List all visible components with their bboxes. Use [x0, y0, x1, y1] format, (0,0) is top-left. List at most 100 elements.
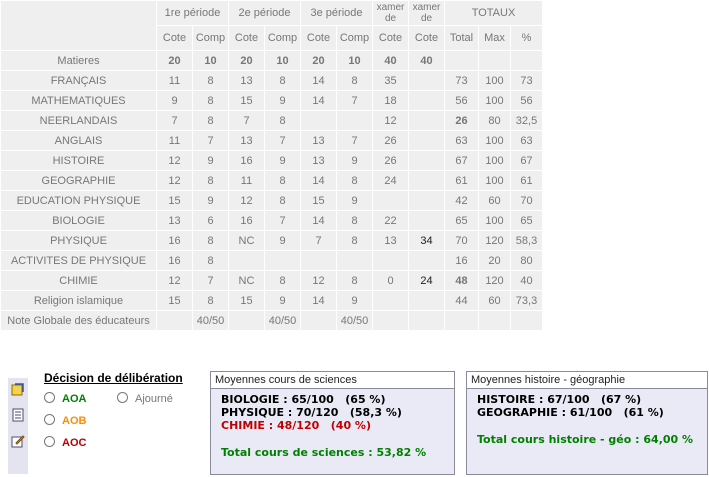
grade-cell[interactable]	[409, 131, 444, 150]
radio-circle[interactable]	[44, 392, 55, 403]
grade-cell[interactable]	[337, 111, 372, 130]
grade-cell[interactable]: 14	[301, 211, 336, 230]
grade-cell[interactable]: 8	[193, 171, 228, 190]
edit-icon[interactable]	[11, 434, 25, 448]
grade-cell[interactable]: 15	[157, 291, 192, 310]
grade-cell[interactable]: 34	[409, 231, 444, 250]
grade-cell[interactable]: 7	[193, 271, 228, 290]
grade-cell[interactable]: 13	[301, 131, 336, 150]
grade-cell[interactable]: 9	[193, 151, 228, 170]
grade-cell[interactable]: NC	[229, 231, 264, 250]
grade-cell[interactable]: 14	[301, 71, 336, 90]
grade-cell[interactable]	[409, 291, 444, 310]
grade-cell[interactable]: 9	[157, 91, 192, 110]
grade-cell[interactable]: 13	[229, 131, 264, 150]
grade-cell[interactable]: 8	[337, 71, 372, 90]
grade-cell[interactable]: NC	[229, 271, 264, 290]
subject-name[interactable]: NEERLANDAIS	[1, 111, 156, 130]
grade-cell[interactable]: 8	[193, 91, 228, 110]
subject-name[interactable]: BIOLOGIE	[1, 211, 156, 230]
grade-cell[interactable]: 15	[229, 291, 264, 310]
grade-cell[interactable]	[409, 211, 444, 230]
grade-cell[interactable]	[373, 191, 408, 210]
grade-cell[interactable]	[265, 251, 300, 270]
grade-cell[interactable]: 13	[373, 231, 408, 250]
grade-cell[interactable]: 7	[337, 131, 372, 150]
grade-cell[interactable]: 24	[409, 271, 444, 290]
radio-circle[interactable]	[117, 392, 128, 403]
grade-cell[interactable]: 8	[337, 271, 372, 290]
grade-cell[interactable]: 12	[301, 271, 336, 290]
grade-cell[interactable]: 15	[229, 91, 264, 110]
radio-aoc[interactable]: AOC	[44, 436, 86, 449]
grade-cell[interactable]: 9	[265, 291, 300, 310]
subject-name[interactable]: HISTOIRE	[1, 151, 156, 170]
grade-cell[interactable]: 13	[157, 211, 192, 230]
grade-cell[interactable]	[409, 191, 444, 210]
grade-cell[interactable]: 8	[193, 231, 228, 250]
grade-cell[interactable]: 15	[301, 191, 336, 210]
grade-cell[interactable]	[409, 71, 444, 90]
grade-cell[interactable]: 11	[157, 71, 192, 90]
grade-cell[interactable]: 8	[265, 271, 300, 290]
grade-cell[interactable]: 8	[193, 251, 228, 270]
grade-cell[interactable]: 14	[301, 171, 336, 190]
grade-cell[interactable]: 8	[193, 71, 228, 90]
grade-cell[interactable]: 16	[229, 211, 264, 230]
grade-cell[interactable]: 8	[337, 231, 372, 250]
grade-cell[interactable]: 9	[265, 151, 300, 170]
grade-cell[interactable]: 7	[265, 131, 300, 150]
radio-aob[interactable]: AOB	[44, 414, 86, 427]
subject-name[interactable]: PHYSIQUE	[1, 231, 156, 250]
grade-cell[interactable]	[301, 251, 336, 270]
grade-cell[interactable]: 8	[265, 171, 300, 190]
grade-cell[interactable]: 13	[229, 71, 264, 90]
subject-name[interactable]: EDUCATION PHYSIQUE	[1, 191, 156, 210]
grade-cell[interactable]	[409, 91, 444, 110]
grade-cell[interactable]: 26	[373, 131, 408, 150]
grade-cell[interactable]: 14	[301, 291, 336, 310]
grade-cell[interactable]: 8	[193, 111, 228, 130]
grade-cell[interactable]: 12	[229, 191, 264, 210]
grade-cell[interactable]: 16	[157, 251, 192, 270]
subject-name[interactable]: Religion islamique	[1, 291, 156, 310]
notes-icon[interactable]	[11, 382, 25, 396]
grade-cell[interactable]: 8	[265, 191, 300, 210]
grade-cell[interactable]	[229, 251, 264, 270]
grade-cell[interactable]: 35	[373, 71, 408, 90]
grade-cell[interactable]: 26	[373, 151, 408, 170]
grade-cell[interactable]: 9	[337, 191, 372, 210]
grade-cell[interactable]: 11	[157, 131, 192, 150]
grade-cell[interactable]: 12	[157, 271, 192, 290]
grade-cell[interactable]: 12	[373, 111, 408, 130]
grade-cell[interactable]: 12	[157, 151, 192, 170]
grade-cell[interactable]: 7	[193, 131, 228, 150]
subject-name[interactable]: MATHEMATIQUES	[1, 91, 156, 110]
grade-cell[interactable]: 15	[157, 191, 192, 210]
grade-cell[interactable]: 9	[265, 231, 300, 250]
grade-cell[interactable]: 8	[265, 71, 300, 90]
grade-cell[interactable]	[373, 251, 408, 270]
grade-cell[interactable]: 8	[265, 111, 300, 130]
grade-cell[interactable]: 22	[373, 211, 408, 230]
grade-cell[interactable]: 8	[337, 171, 372, 190]
grade-cell[interactable]: 7	[265, 211, 300, 230]
grade-cell[interactable]	[337, 251, 372, 270]
radio-aoa[interactable]: AOA	[44, 392, 86, 405]
grade-cell[interactable]: 24	[373, 171, 408, 190]
grade-cell[interactable]	[409, 151, 444, 170]
grade-cell[interactable]	[409, 111, 444, 130]
subject-name[interactable]: ANGLAIS	[1, 131, 156, 150]
grade-cell[interactable]: 8	[337, 211, 372, 230]
grade-cell[interactable]: 16	[229, 151, 264, 170]
grade-cell[interactable]: 14	[301, 91, 336, 110]
grade-cell[interactable]: 9	[265, 91, 300, 110]
grade-cell[interactable]	[409, 171, 444, 190]
radio-circle[interactable]	[44, 436, 55, 447]
grade-cell[interactable]: 7	[301, 231, 336, 250]
grade-cell[interactable]: 12	[157, 171, 192, 190]
grade-cell[interactable]: 18	[373, 91, 408, 110]
grade-cell[interactable]: 9	[337, 291, 372, 310]
grade-cell[interactable]	[373, 291, 408, 310]
grade-cell[interactable]: 9	[337, 151, 372, 170]
